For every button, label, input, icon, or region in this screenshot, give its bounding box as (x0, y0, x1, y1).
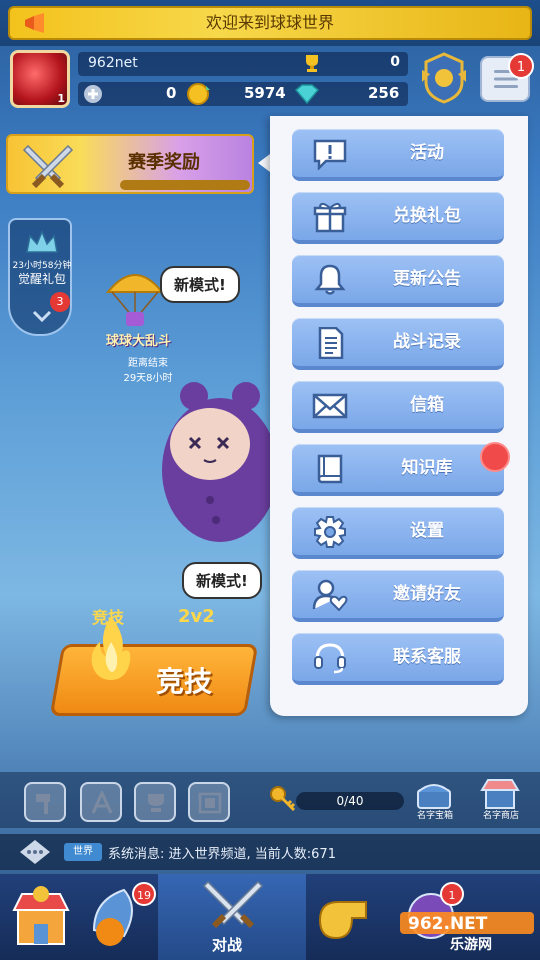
menu-item-knowledge-base[interactable]: 知识库 (292, 444, 504, 496)
trophy-count: 0 (390, 54, 400, 70)
avatar[interactable]: 1 (10, 50, 70, 108)
compete-label: 竞技 (156, 665, 213, 698)
season-progress-bar (120, 180, 250, 190)
gift-label: 觉醒礼包 (17, 272, 66, 286)
menu-item-invite-friends[interactable]: 邀请好友 (292, 570, 504, 622)
tool-button-4[interactable] (188, 782, 230, 822)
avatar-level: 1 (57, 92, 65, 105)
key-icon (270, 786, 296, 812)
bell-icon (314, 264, 346, 295)
player-name: 962net (88, 55, 138, 71)
document-icon (318, 327, 344, 359)
hammer-icon (36, 794, 50, 814)
nav-battle-icon (202, 880, 264, 929)
menu-label-mailbox: 信箱 (410, 395, 444, 415)
shop-label: 名字商店 (482, 811, 519, 821)
welcome-text: 欢迎来到球球世界 (205, 13, 334, 32)
menu-label-redeem-gift: 兑换礼包 (393, 206, 461, 226)
invite-friend-icon (312, 579, 348, 611)
chat-bubble-icon[interactable] (18, 838, 52, 866)
menu-item-settings[interactable]: 设置 (292, 507, 504, 559)
knowledge-base-notify-dot (480, 442, 510, 472)
menu-item-update-notice[interactable]: 更新公告 (292, 255, 504, 307)
currency-c-value: 256 (368, 84, 400, 102)
gift-crown-icon (26, 230, 58, 253)
svg-text:962.NET: 962.NET (408, 914, 488, 934)
top-banner: 欢迎来到球球世界 (0, 0, 540, 46)
menu-label-activity: 活动 (410, 143, 444, 163)
menu-item-redeem-gift[interactable]: 兑换礼包 (292, 192, 504, 244)
shop-icon[interactable] (480, 778, 520, 810)
flame-icon (91, 616, 131, 680)
new-mode-bubble-battle: 新模式! (182, 562, 262, 599)
new-mode-bubble-event: 新模式! (160, 266, 240, 303)
compete-button[interactable] (49, 644, 259, 716)
menu-label-settings: 设置 (410, 521, 444, 541)
menu-item-mailbox[interactable]: 信箱 (292, 381, 504, 433)
chest-label: 名字宝箱 (416, 811, 453, 821)
add-coin-icon[interactable] (82, 83, 106, 105)
gift-pack-card[interactable]: 23小时58分钟 觉醒礼包 (8, 218, 72, 336)
megaphone-icon (25, 13, 44, 33)
rank-emblem-icon[interactable] (420, 52, 468, 104)
trophy-cup-icon (148, 794, 164, 812)
nav-battle-label: 对战 (212, 936, 243, 954)
gift-badge: 3 (50, 292, 70, 312)
film-icon (198, 792, 222, 814)
letter-a-icon (91, 791, 113, 814)
gear-icon (314, 516, 346, 548)
mode-2v2-label[interactable]: 2v2 (178, 606, 215, 627)
currency-b-value: 5974 (244, 84, 286, 102)
diamond-icon (294, 84, 320, 104)
name-bar: 962net 0 (78, 52, 408, 76)
gold-coin-icon (187, 83, 210, 105)
panel-pointer (258, 154, 270, 172)
book-icon (317, 454, 343, 484)
menu-label-knowledge-base: 知识库 (401, 458, 453, 478)
nav-whistle-icon[interactable] (312, 880, 378, 954)
watermark-text: 乐游网 (450, 937, 492, 953)
menu-item-activity[interactable]: 活动 (292, 129, 504, 181)
tool-button-2[interactable] (80, 782, 122, 822)
treasure-chest-icon[interactable] (414, 778, 454, 810)
menu-label-customer-service: 联系客服 (393, 647, 461, 667)
parachute-icon[interactable] (104, 264, 166, 328)
menu-label-invite-friends: 邀请好友 (393, 584, 461, 604)
currency-a-value: 0 (166, 84, 177, 102)
chat-channel-tag: 世界 (64, 843, 102, 861)
exclamation-bubble-icon (313, 139, 347, 170)
crossed-swords-icon (22, 144, 74, 189)
nav-badge-equipment: 19 (132, 882, 156, 906)
gift-icon (313, 202, 347, 233)
chevron-down-icon (32, 310, 52, 323)
trophy-icon (306, 55, 318, 72)
welcome-bar: 欢迎来到球球世界 (8, 6, 532, 40)
nav-badge-social: 1 (440, 882, 464, 906)
chat-message: 系统消息: 进入世界频道, 当前人数:671 (108, 847, 336, 862)
season-title: 赛季奖励 (128, 152, 200, 173)
menu-label-battle-record: 战斗记录 (393, 332, 461, 352)
tool-button-1[interactable] (24, 782, 66, 822)
menu-item-customer-service[interactable]: 联系客服 (292, 633, 504, 685)
nav-shop-icon[interactable] (8, 880, 74, 954)
headset-icon (314, 643, 346, 674)
menu-item-battle-record[interactable]: 战斗记录 (292, 318, 504, 370)
mascot-character (162, 382, 278, 542)
envelope-icon (312, 393, 348, 419)
menu-label-update-notice: 更新公告 (393, 269, 461, 289)
key-progress: 0/40 (296, 792, 404, 810)
season-reward-banner[interactable]: 赛季奖励 (6, 134, 254, 194)
menu-badge: 1 (508, 53, 534, 79)
event-mode-name: 球球大乱斗 (106, 334, 172, 349)
tool-button-3[interactable] (134, 782, 176, 822)
resource-bar: 0 5974 256 (78, 82, 408, 106)
